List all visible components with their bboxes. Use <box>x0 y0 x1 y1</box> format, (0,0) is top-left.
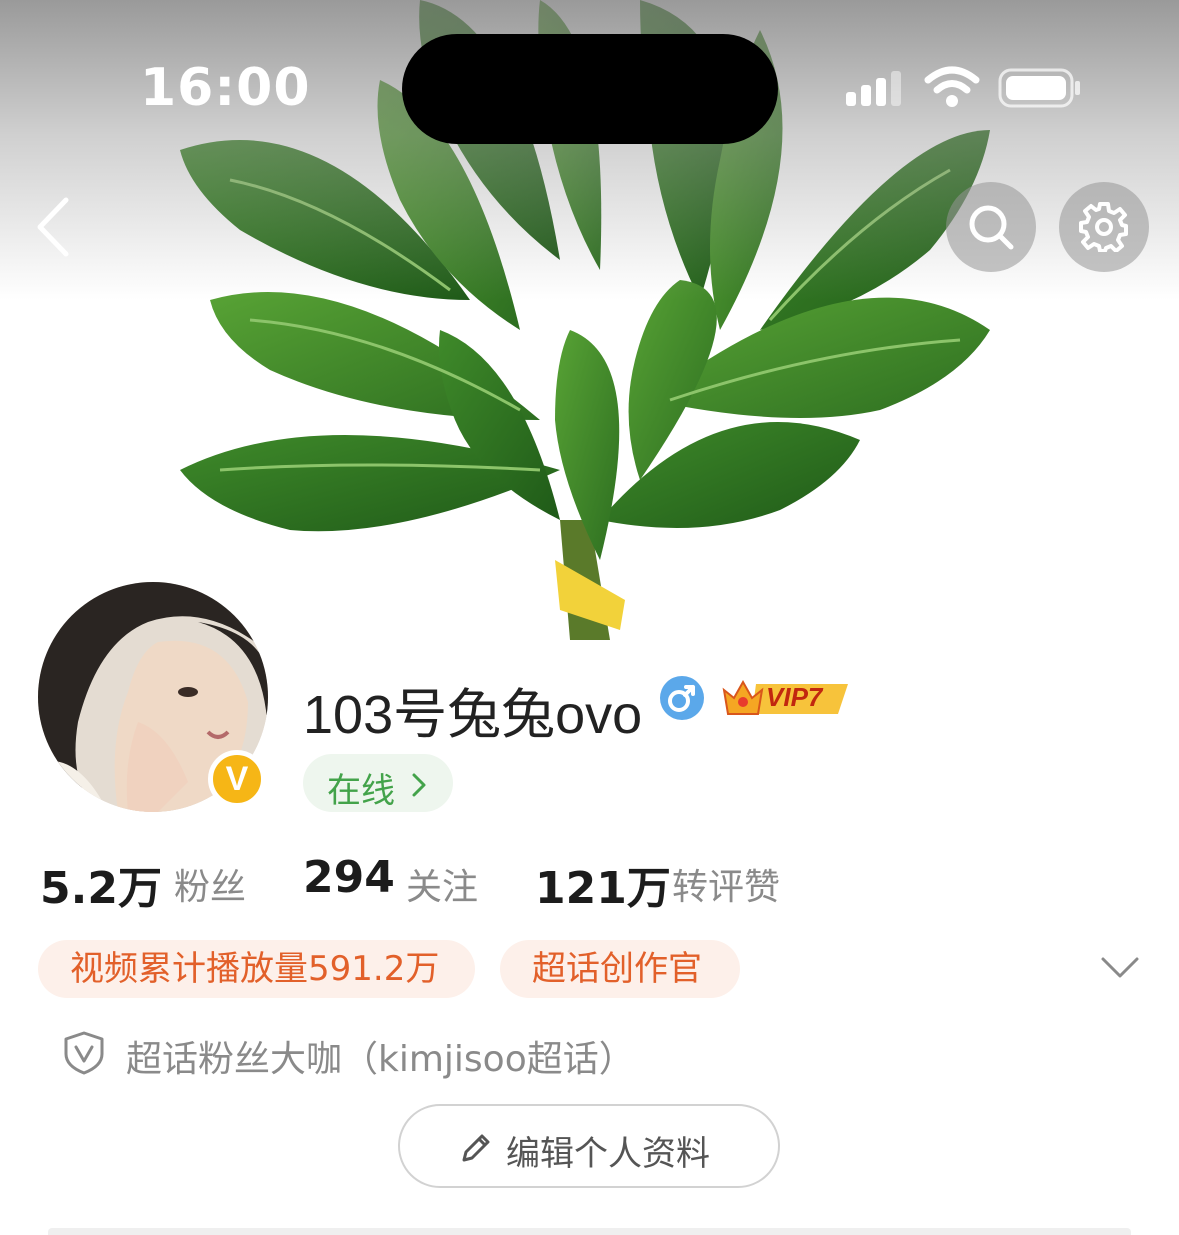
vip-label: VIP7 <box>766 682 823 712</box>
gear-icon <box>1079 202 1128 252</box>
edit-profile-button[interactable]: 编辑个人资料 <box>398 1104 780 1188</box>
chevron-right-icon <box>412 773 426 797</box>
online-status-button[interactable]: 在线 <box>303 754 453 812</box>
vip-badge[interactable]: VIP7 <box>720 674 852 722</box>
interactions-label[interactable]: 转评赞 <box>672 858 780 910</box>
back-button[interactable] <box>30 192 80 262</box>
section-divider <box>48 1228 1131 1235</box>
edit-profile-label: 编辑个人资料 <box>506 1134 710 1174</box>
search-icon <box>969 205 1014 250</box>
wifi-icon <box>924 66 980 107</box>
profile-screen: 16:00 V 103号兔兔ovo VIP7 在线 5.2万 粉丝 294 关注… <box>0 0 1179 1235</box>
chevron-down-icon[interactable] <box>1100 954 1140 980</box>
username: 103号兔兔ovo <box>303 685 643 745</box>
pencil-icon <box>462 1134 490 1162</box>
followers-count[interactable]: 5.2万 <box>40 852 162 916</box>
search-button[interactable] <box>946 182 1036 272</box>
online-label: 在线 <box>327 771 395 811</box>
interactions-count[interactable]: 121万 <box>535 852 671 916</box>
back-icon <box>37 197 69 257</box>
battery-icon <box>998 68 1080 108</box>
following-count[interactable]: 294 <box>303 852 395 903</box>
settings-button[interactable] <box>1059 182 1149 272</box>
followers-label[interactable]: 粉丝 <box>174 858 246 910</box>
signal-icon <box>846 71 901 106</box>
dynamic-island <box>402 34 778 144</box>
status-time: 16:00 <box>140 58 311 118</box>
verified-badge: V <box>208 750 266 808</box>
following-label[interactable]: 关注 <box>406 858 478 910</box>
male-icon <box>660 676 704 720</box>
topic-creator-tag[interactable]: 超话创作官 <box>500 940 740 998</box>
video-plays-tag[interactable]: 视频累计播放量591.2万 <box>38 940 475 998</box>
shield-icon <box>64 1031 104 1075</box>
super-topic-label[interactable]: 超话粉丝大咖（kimjisoo超话） <box>126 1030 635 1082</box>
